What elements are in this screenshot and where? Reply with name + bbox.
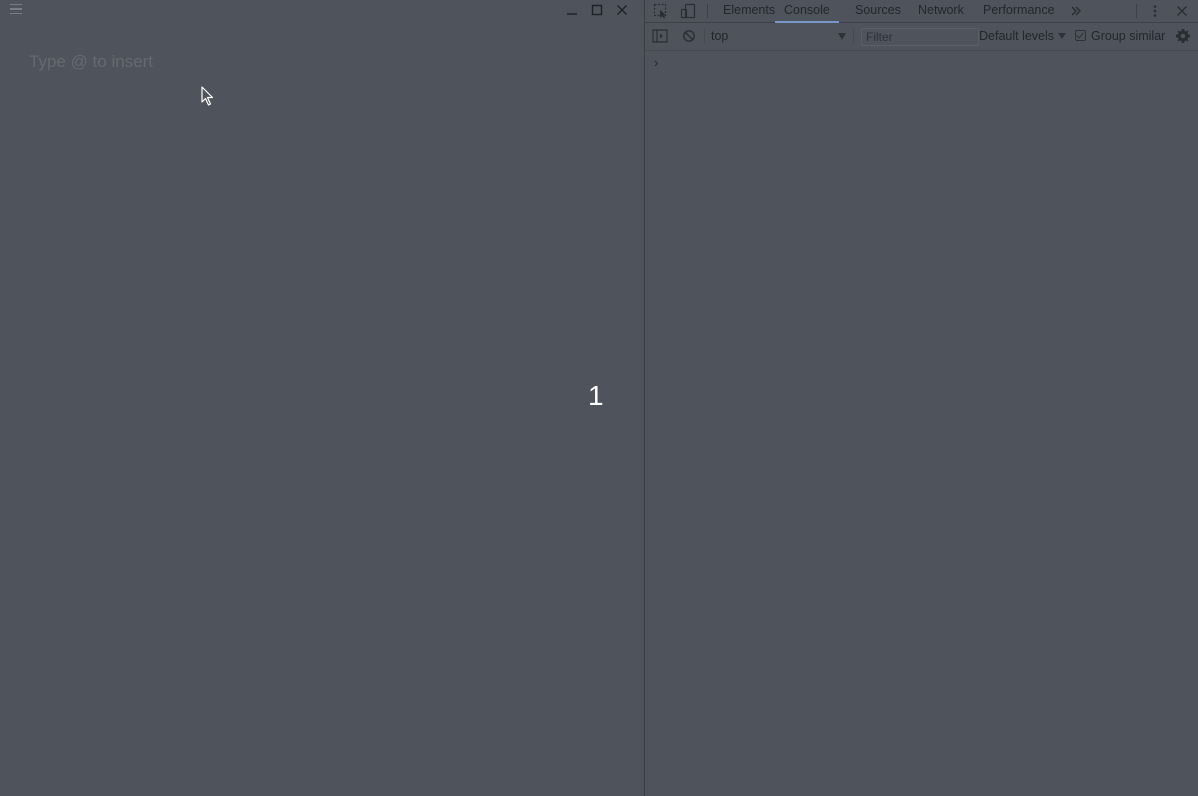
console-prompt[interactable]: ›: [654, 55, 658, 70]
context-selector[interactable]: top: [711, 26, 848, 46]
mouse-pointer-icon: [201, 86, 215, 106]
filter-input[interactable]: [861, 28, 979, 46]
screen: Type @ to insert 1 Elements Console Sour…: [0, 0, 1198, 796]
tab-elements[interactable]: Elements: [723, 0, 775, 22]
context-value: top: [711, 29, 729, 43]
hamburger-icon[interactable]: [8, 1, 24, 17]
kebab-menu-icon[interactable]: [1146, 2, 1164, 20]
inspect-element-icon[interactable]: [652, 2, 670, 20]
log-levels-dropdown[interactable]: Default levels: [979, 26, 1067, 46]
log-levels-label: Default levels: [979, 29, 1055, 43]
device-toolbar-icon[interactable]: [679, 2, 697, 20]
gear-icon[interactable]: [1174, 27, 1192, 45]
maximize-icon[interactable]: [589, 2, 605, 18]
close-devtools-icon[interactable]: [1173, 2, 1191, 20]
tab-console[interactable]: Console: [775, 0, 839, 23]
checkbox-checked-icon[interactable]: [1075, 30, 1086, 41]
minimize-icon[interactable]: [564, 2, 580, 18]
page-number: 1: [588, 380, 604, 411]
tab-separator: [707, 4, 708, 18]
toolbar-separator: [704, 29, 705, 43]
clear-console-icon[interactable]: [680, 27, 698, 45]
console-sidebar-icon[interactable]: [651, 27, 669, 45]
tab-sources[interactable]: Sources: [855, 0, 901, 22]
devtools-tab-bar: Elements Console Sources Network Perform…: [645, 0, 1198, 23]
group-similar-checkbox[interactable]: Group similar: [1075, 26, 1165, 46]
group-similar-label: Group similar: [1091, 29, 1166, 43]
app-pane: Type @ to insert 1: [0, 0, 644, 796]
console-toolbar: top Default levels Group similar: [645, 23, 1198, 51]
tab-separator: [1136, 4, 1137, 18]
tab-performance[interactable]: Performance: [983, 0, 1055, 22]
dropdown-arrow-icon: [838, 33, 846, 40]
editor-placeholder[interactable]: Type @ to insert: [29, 52, 153, 72]
toolbar-separator: [853, 29, 854, 43]
devtools-panel: Elements Console Sources Network Perform…: [645, 0, 1198, 796]
tab-network[interactable]: Network: [918, 0, 964, 22]
chevron-double-right-icon[interactable]: [1067, 2, 1085, 20]
dropdown-arrow-icon: [1058, 33, 1067, 39]
close-icon[interactable]: [614, 2, 630, 18]
